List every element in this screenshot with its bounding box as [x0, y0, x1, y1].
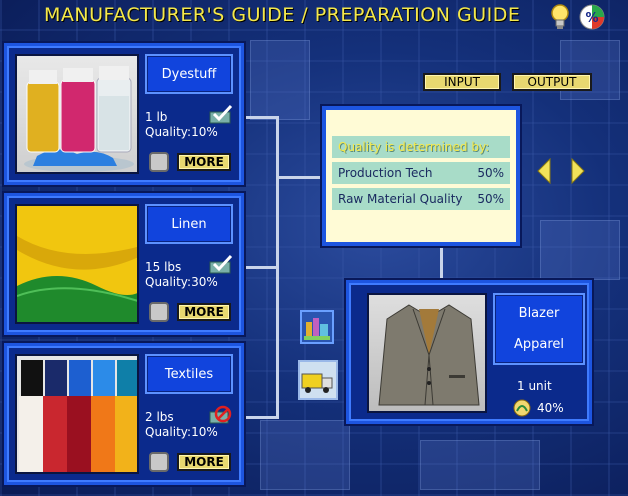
svg-text:%: % — [585, 11, 598, 26]
quality-panel: Quality is determined by: Production Tec… — [320, 104, 522, 248]
more-button[interactable]: MORE — [177, 153, 231, 171]
input-panel-linen: Linen 15 lbs Quality:30% MORE — [2, 191, 246, 337]
input-quality: Quality:30% — [145, 275, 218, 289]
next-arrow-icon[interactable] — [570, 157, 586, 185]
unavailable-icon — [209, 404, 233, 428]
input-amount: 15 lbs — [145, 260, 182, 274]
connector-line — [276, 176, 322, 179]
input-amount: 1 lb — [145, 110, 168, 124]
dyestuff-image — [15, 54, 139, 174]
quality-row-value: 50% — [477, 166, 504, 180]
output-amount: 1 unit — [517, 379, 552, 393]
output-quality: 40% — [537, 401, 564, 415]
output-button[interactable]: OUTPUT — [512, 73, 592, 91]
connector-line — [244, 116, 278, 119]
connector-line — [244, 266, 278, 269]
quality-row-label: Production Tech — [338, 166, 433, 180]
connector-line — [440, 246, 443, 280]
truck-icon[interactable] — [298, 360, 338, 400]
input-amount: 2 lbs — [145, 410, 174, 424]
quality-row-value: 50% — [477, 192, 504, 206]
connector-line — [244, 416, 278, 419]
input-panel-textiles: Textiles 2 lbs Quality:10% MORE — [2, 341, 246, 487]
factory-icon[interactable] — [300, 310, 334, 344]
input-quality: Quality:10% — [145, 125, 218, 139]
blazer-image — [367, 293, 487, 413]
input-panel-dyestuff: Dyestuff 1 lb Quality:10% MORE — [2, 41, 246, 187]
output-name: Blazer — [518, 306, 560, 321]
page-title: MANUFACTURER'S GUIDE / PREPARATION GUIDE — [44, 4, 521, 26]
available-icon — [209, 254, 233, 278]
percent-icon[interactable]: % — [578, 3, 606, 31]
quality-heading: Quality is determined by: — [332, 136, 510, 158]
input-name: Textiles — [145, 354, 233, 394]
select-checkbox[interactable] — [149, 302, 169, 322]
select-checkbox[interactable] — [149, 152, 169, 172]
input-name: Linen — [145, 204, 233, 244]
previous-arrow-icon[interactable] — [536, 157, 552, 185]
more-button[interactable]: MORE — [177, 453, 231, 471]
quality-row: Production Tech 50% — [332, 162, 510, 184]
select-checkbox[interactable] — [149, 452, 169, 472]
input-name: Dyestuff — [145, 54, 233, 94]
quality-medal-icon — [513, 399, 531, 417]
available-icon — [209, 104, 233, 128]
connector-line — [276, 116, 279, 419]
linen-image — [15, 204, 139, 324]
quality-row: Raw Material Quality 50% — [332, 188, 510, 210]
quality-row-label: Raw Material Quality — [338, 192, 463, 206]
output-category: Apparel — [513, 337, 565, 352]
output-panel: Blazer Apparel 1 unit 40% — [344, 278, 594, 426]
textiles-image — [15, 354, 139, 474]
more-button[interactable]: MORE — [177, 303, 231, 321]
input-quality: Quality:10% — [145, 425, 218, 439]
lightbulb-icon[interactable] — [546, 3, 574, 31]
output-namebox: Blazer Apparel — [493, 293, 585, 365]
input-button[interactable]: INPUT — [423, 73, 501, 91]
